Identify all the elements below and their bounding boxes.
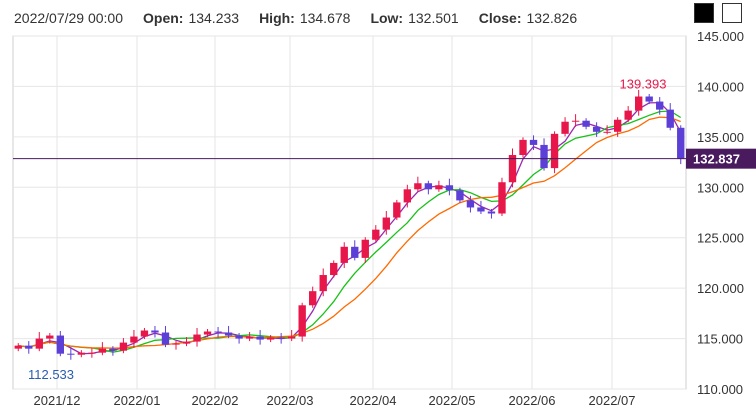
y-tick-label: 135.000 [697,130,744,145]
candle-body [393,202,401,218]
candle-body [235,335,243,339]
x-tick-label: 2022/07 [589,393,636,408]
candle-body [56,335,65,354]
candlestick-chart[interactable]: 145.000 140.000 135.000 130.000 125.000 120.0… [0,0,756,411]
candle-body [592,126,601,132]
candle-body [319,275,327,292]
candle-body [445,185,454,191]
candle-body [266,337,275,340]
candle-body [203,331,212,335]
candle-body [14,345,22,349]
candle-body [561,121,569,134]
x-tick-label: 2022/05 [429,393,476,408]
candle-body [119,342,128,351]
candle-body [98,348,107,353]
candle-body [151,330,159,333]
candle-body [161,332,170,345]
plot-frame [12,35,687,390]
candle-body [613,119,622,132]
candle-body [540,144,548,169]
gridlines [12,35,687,390]
y-tick-label: 140.000 [697,79,744,94]
candle-body [287,336,296,339]
candle-body [529,139,538,145]
candle-body [340,246,348,263]
candle-body [140,330,149,337]
candle-body [277,337,285,339]
low-marker-label: 112.533 [28,367,74,382]
candle-body [571,120,580,122]
high-marker-label: 139.393 [620,77,667,92]
y-tick-label: 130.000 [697,180,744,195]
x-tick-label: 2022/03 [267,393,314,408]
candle-body [666,109,674,128]
candle-body [67,353,75,355]
candle-body [372,229,380,240]
candle-body [424,183,433,190]
candle-body [88,352,96,354]
candle-body [46,335,54,339]
y-tick-label: 120.000 [697,281,744,296]
ma-short-line [18,101,682,355]
candle-body [172,343,180,345]
candle-body [25,345,33,349]
candle-body [309,291,317,306]
candle-body [603,131,611,133]
candle-body [550,133,559,169]
candle-body [224,332,233,336]
candle-body [214,331,222,333]
candle-body [256,336,264,340]
candle-body [435,185,443,190]
ma-mid-line [18,110,682,353]
candle-body [487,211,496,214]
candle-body [634,96,643,111]
candle-body [193,334,201,342]
x-tick-label: 2022/02 [192,393,239,408]
candle-body [645,96,653,102]
x-tick-label: 2022/06 [509,393,556,408]
candle-body [182,341,191,344]
y-tick-label: 110.000 [697,382,743,397]
candle-body [403,189,412,203]
candle-body [519,139,527,156]
x-tick-label: 2022/04 [350,393,397,408]
candle-body [477,207,485,212]
y-tick-label: 145.000 [697,29,744,44]
candles [14,89,685,360]
candle-body [382,217,390,230]
candle-body [677,127,685,160]
candle-body [582,120,590,127]
candle-body [361,239,369,258]
candle-body [298,305,306,337]
candle-body [35,338,43,349]
candle-body [330,262,338,276]
candle-body [414,183,422,190]
candle-body [498,182,506,214]
ma-long-line [18,116,681,349]
candle-body [109,348,117,351]
current-price-label: 132.837 [693,152,740,167]
candle-body [456,190,464,201]
moving-averages [18,101,682,355]
candle-body [77,352,86,355]
candle-body [624,110,632,120]
candle-body [130,336,138,343]
y-tick-label: 115.000 [697,332,743,347]
candle-body [351,246,359,258]
x-tick-label: 2022/01 [114,393,161,408]
x-tick-label: 2021/12 [34,393,81,408]
candle-body [466,200,475,208]
y-tick-label: 125.000 [697,231,744,246]
candle-body [656,101,664,110]
candle-body [245,336,254,339]
